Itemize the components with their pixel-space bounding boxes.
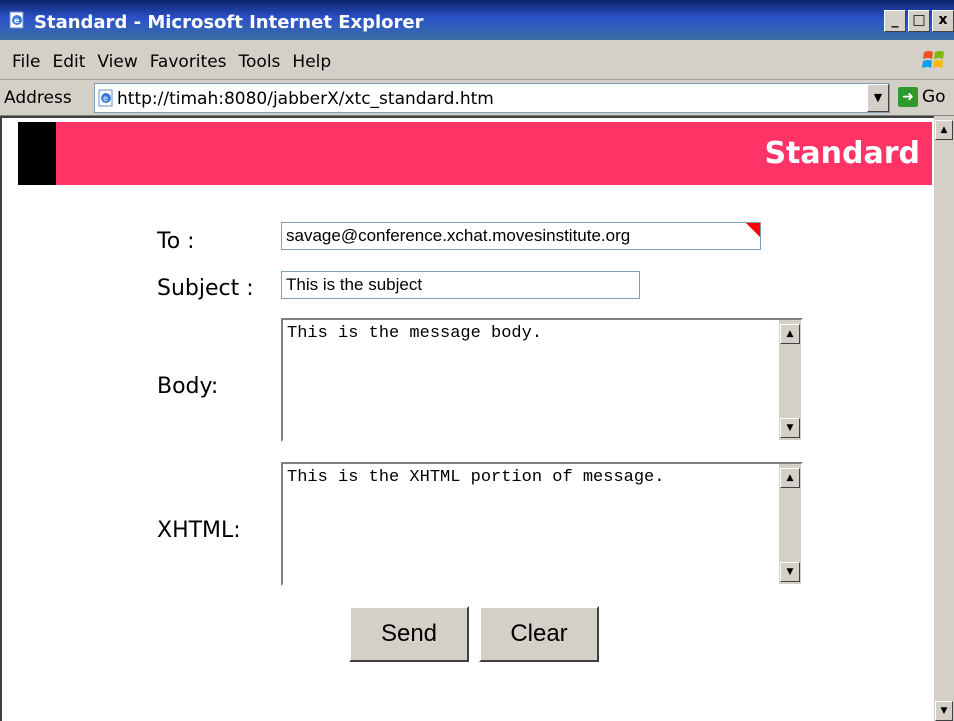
body-scrollbar[interactable]: ▲ ▼ bbox=[779, 320, 801, 440]
page-title: Standard bbox=[764, 136, 920, 171]
scroll-down-icon[interactable]: ▼ bbox=[780, 418, 800, 438]
menu-file[interactable]: File bbox=[6, 52, 46, 72]
address-dropdown-button[interactable]: ▼ bbox=[867, 84, 889, 112]
menu-tools[interactable]: Tools bbox=[233, 52, 287, 72]
maximize-button[interactable]: □ bbox=[908, 10, 930, 32]
window-controls: _ □ x bbox=[884, 10, 954, 32]
close-button[interactable]: x bbox=[932, 10, 954, 32]
menu-bar: File Edit View Favorites Tools Help bbox=[0, 40, 954, 80]
clear-button[interactable]: Clear bbox=[479, 606, 599, 662]
body-label: Body: bbox=[157, 374, 219, 399]
subject-label: Subject : bbox=[157, 276, 254, 301]
scroll-down-icon[interactable]: ▼ bbox=[780, 562, 800, 582]
address-bar: Address e http://timah:8080/jabberX/xtc_… bbox=[0, 80, 954, 116]
xhtml-textarea[interactable]: This is the XHTML portion of message. ▲ … bbox=[281, 462, 803, 586]
go-label: Go bbox=[922, 87, 946, 107]
xhtml-scrollbar[interactable]: ▲ ▼ bbox=[779, 464, 801, 584]
minimize-button[interactable]: _ bbox=[884, 10, 906, 32]
scroll-up-icon[interactable]: ▲ bbox=[780, 468, 800, 488]
body-textarea[interactable]: This is the message body. ▲ ▼ bbox=[281, 318, 803, 442]
window-title: Standard - Microsoft Internet Explorer bbox=[34, 12, 424, 33]
svg-text:e: e bbox=[103, 94, 108, 103]
ie-page-icon: e bbox=[9, 11, 24, 29]
menu-items: File Edit View Favorites Tools Help bbox=[6, 52, 337, 72]
menu-edit[interactable]: Edit bbox=[46, 52, 91, 72]
subject-field[interactable]: This is the subject bbox=[281, 271, 640, 299]
scroll-up-icon[interactable]: ▲ bbox=[780, 324, 800, 344]
subject-value: This is the subject bbox=[286, 275, 423, 294]
xhtml-value: This is the XHTML portion of message. bbox=[287, 468, 665, 487]
go-arrow-icon: ➜ bbox=[898, 87, 918, 107]
go-button[interactable]: ➜ Go bbox=[898, 87, 946, 107]
address-input[interactable]: e http://timah:8080/jabberX/xtc_standard… bbox=[94, 83, 890, 113]
ie-page-icon: e bbox=[98, 89, 113, 107]
svg-text:e: e bbox=[14, 16, 20, 25]
menu-view[interactable]: View bbox=[91, 52, 143, 72]
scroll-up-icon[interactable]: ▲ bbox=[935, 120, 953, 140]
address-label: Address bbox=[4, 88, 72, 108]
menu-favorites[interactable]: Favorites bbox=[144, 52, 233, 72]
to-label: To : bbox=[157, 229, 195, 254]
address-url: http://timah:8080/jabberX/xtc_standard.h… bbox=[117, 89, 494, 109]
windows-logo-icon bbox=[922, 51, 944, 68]
page-scrollbar[interactable]: ▲ ▼ bbox=[934, 116, 954, 721]
to-value: savage@conference.xchat.movesinstitute.o… bbox=[286, 226, 631, 245]
required-flag-icon bbox=[746, 223, 760, 237]
send-button[interactable]: Send bbox=[349, 606, 469, 662]
page-banner: Standard bbox=[18, 122, 932, 185]
title-bar: e Standard - Microsoft Internet Explorer… bbox=[0, 0, 954, 40]
scroll-down-icon[interactable]: ▼ bbox=[935, 701, 953, 721]
banner-block bbox=[18, 122, 56, 185]
menu-help[interactable]: Help bbox=[286, 52, 337, 72]
xhtml-label: XHTML: bbox=[157, 518, 241, 543]
body-value: This is the message body. bbox=[287, 324, 543, 343]
to-field[interactable]: savage@conference.xchat.movesinstitute.o… bbox=[281, 222, 761, 250]
